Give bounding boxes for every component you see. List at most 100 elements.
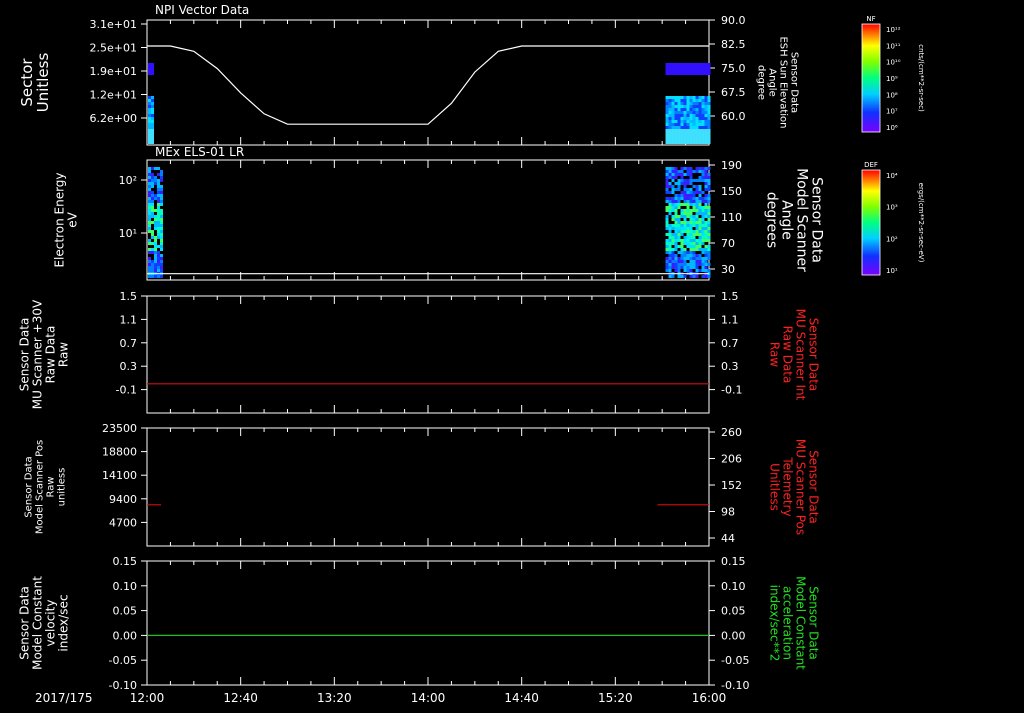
heatmap-cell xyxy=(157,167,160,170)
heatmap-cell xyxy=(701,66,705,69)
y-tick-label: 4700 xyxy=(109,516,137,529)
heatmap-cell xyxy=(671,120,675,123)
heatmap-cell xyxy=(689,170,693,173)
heatmap-cell xyxy=(671,197,675,200)
heatmap-cell xyxy=(674,254,678,257)
y2-axis-label-line: Raw xyxy=(768,342,782,367)
heatmap-cell xyxy=(680,138,684,141)
heatmap-cell xyxy=(695,242,699,245)
heatmap-cell xyxy=(677,260,681,263)
heatmap-cell xyxy=(680,135,684,138)
y-tick-label: 0.7 xyxy=(120,337,138,350)
heatmap-cell xyxy=(151,117,154,120)
heatmap-cell xyxy=(674,212,678,215)
heatmap-cell xyxy=(698,170,702,173)
heatmap-cell xyxy=(671,167,675,170)
y-axis-label-line: Raw xyxy=(57,342,71,367)
heatmap-cell xyxy=(701,132,705,135)
heatmap-cell xyxy=(151,69,154,72)
heatmap-cell xyxy=(683,185,687,188)
heatmap-cell xyxy=(698,245,702,248)
heatmap-cell xyxy=(695,191,699,194)
heatmap-cell xyxy=(160,230,163,233)
y-tick-label: 14100 xyxy=(102,469,137,482)
y2-axis-label-line: Unitless xyxy=(768,463,782,511)
heatmap-cell xyxy=(677,227,681,230)
heatmap-cell xyxy=(151,209,154,212)
plot-frame xyxy=(146,159,710,281)
heatmap-cell xyxy=(707,230,711,233)
y2-axis-label-line: Sensor Data xyxy=(809,177,825,263)
heatmap-cell xyxy=(674,111,678,114)
heatmap-cell xyxy=(707,209,711,212)
heatmap-cell xyxy=(151,206,154,209)
plot-frame xyxy=(146,560,710,686)
heatmap-cell xyxy=(692,117,696,120)
heatmap-cell xyxy=(160,173,163,176)
y2-tick-label: 150 xyxy=(721,185,742,198)
heatmap-cell xyxy=(674,167,678,170)
y2-tick-label: 0.15 xyxy=(721,555,746,568)
heatmap-cell xyxy=(148,269,151,272)
heatmap-cell xyxy=(677,269,681,272)
heatmap-cell xyxy=(148,105,151,108)
heatmap-cell xyxy=(695,260,699,263)
heatmap-cell xyxy=(686,96,690,99)
y-tick-label: 0.00 xyxy=(113,629,138,642)
heatmap-cell xyxy=(148,248,151,251)
y-axis-label-line: Sensor Data xyxy=(18,586,32,660)
heatmap-cell xyxy=(683,72,687,75)
heatmap-cell xyxy=(674,126,678,129)
heatmap-cell xyxy=(686,254,690,257)
heatmap-cell xyxy=(683,212,687,215)
y2-axis-label: Sensor DataModel Constantaccelerationind… xyxy=(768,576,821,670)
heatmap-cell xyxy=(680,126,684,129)
heatmap-cell xyxy=(701,230,705,233)
heatmap-cell xyxy=(704,269,708,272)
heatmap-cell xyxy=(695,266,699,269)
heatmap-cell xyxy=(701,239,705,242)
heatmap-cell xyxy=(151,266,154,269)
heatmap-cell xyxy=(704,233,708,236)
heatmap-cell xyxy=(677,72,681,75)
heatmap-cell xyxy=(695,120,699,123)
heatmap-cell xyxy=(686,242,690,245)
heatmap-cell xyxy=(665,251,669,254)
heatmap-cell xyxy=(704,179,708,182)
heatmap-cell xyxy=(671,66,675,69)
heatmap-cell xyxy=(151,99,154,102)
heatmap-cell xyxy=(665,72,669,75)
heatmap-cell xyxy=(704,114,708,117)
heatmap-cell xyxy=(148,111,151,114)
heatmap-cell xyxy=(686,170,690,173)
heatmap-cell xyxy=(677,218,681,221)
heatmap-cell xyxy=(692,123,696,126)
heatmap-cell xyxy=(698,263,702,266)
heatmap-cell xyxy=(151,63,154,66)
heatmap-cell xyxy=(695,257,699,260)
y2-axis-label: Sensor DataModel ScannerAngledegrees xyxy=(764,168,825,272)
heatmap-cell xyxy=(665,218,669,221)
y2-tick-label: 82.5 xyxy=(721,38,746,51)
y-tick-label: 1.9e+01 xyxy=(90,65,137,78)
heatmap-cell xyxy=(665,138,669,141)
heatmap-cell xyxy=(674,236,678,239)
heatmap-cell xyxy=(707,123,711,126)
y2-tick-label: 70 xyxy=(721,237,735,250)
heatmap-cell xyxy=(704,209,708,212)
heatmap-cell xyxy=(148,123,151,126)
heatmap-cell xyxy=(695,66,699,69)
heatmap-cell xyxy=(704,173,708,176)
heatmap-cell xyxy=(704,200,708,203)
heatmap-cell xyxy=(704,138,708,141)
heatmap-cell xyxy=(707,120,711,123)
heatmap-cell xyxy=(695,203,699,206)
heatmap-cell xyxy=(674,138,678,141)
heatmap-cell xyxy=(692,108,696,111)
heatmap-cell xyxy=(157,188,160,191)
y-axis-label-line: MU Scanner +30V xyxy=(31,299,45,409)
heatmap-cell xyxy=(160,239,163,242)
heatmap-cell xyxy=(695,141,699,144)
heatmap-cell xyxy=(151,105,154,108)
heatmap-cell xyxy=(695,179,699,182)
